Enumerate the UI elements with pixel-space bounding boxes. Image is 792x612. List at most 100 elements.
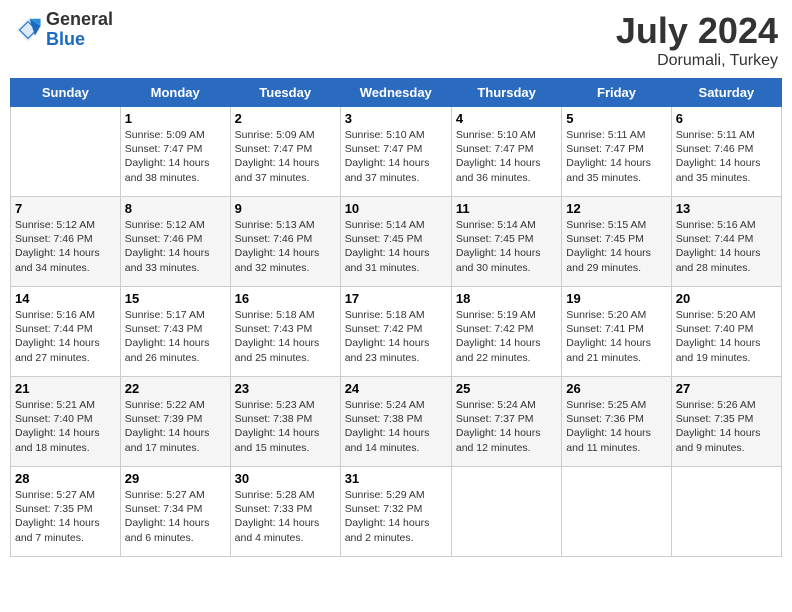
weekday-header: Friday (562, 79, 671, 107)
day-info: Sunrise: 5:14 AM Sunset: 7:45 PM Dayligh… (456, 218, 557, 275)
calendar-cell: 30 Sunrise: 5:28 AM Sunset: 7:33 PM Dayli… (230, 467, 340, 557)
calendar-week-row: 1 Sunrise: 5:09 AM Sunset: 7:47 PM Daylig… (11, 107, 782, 197)
day-info: Sunrise: 5:28 AM Sunset: 7:33 PM Dayligh… (235, 488, 336, 545)
day-info: Sunrise: 5:17 AM Sunset: 7:43 PM Dayligh… (125, 308, 226, 365)
day-number: 31 (345, 471, 447, 486)
day-number: 9 (235, 201, 336, 216)
day-number: 18 (456, 291, 557, 306)
day-info: Sunrise: 5:21 AM Sunset: 7:40 PM Dayligh… (15, 398, 116, 455)
location: Dorumali, Turkey (616, 52, 778, 70)
calendar-cell: 7Sunrise: 5:12 AM Sunset: 7:46 PM Daylig… (11, 197, 121, 287)
calendar-cell: 8 Sunrise: 5:12 AM Sunset: 7:46 PM Daylig… (120, 197, 230, 287)
day-info: Sunrise: 5:27 AM Sunset: 7:35 PM Dayligh… (15, 488, 116, 545)
day-info: Sunrise: 5:22 AM Sunset: 7:39 PM Dayligh… (125, 398, 226, 455)
calendar-cell: 11Sunrise: 5:14 AM Sunset: 7:45 PM Dayli… (451, 197, 561, 287)
day-info: Sunrise: 5:16 AM Sunset: 7:44 PM Dayligh… (15, 308, 116, 365)
day-info: Sunrise: 5:16 AM Sunset: 7:44 PM Dayligh… (676, 218, 777, 275)
calendar-cell: 10Sunrise: 5:14 AM Sunset: 7:45 PM Dayli… (340, 197, 451, 287)
calendar-cell (562, 467, 671, 557)
calendar-week-row: 14 Sunrise: 5:16 AM Sunset: 7:44 PM Dayli… (11, 287, 782, 377)
calendar-cell: 16 Sunrise: 5:18 AM Sunset: 7:43 PM Dayli… (230, 287, 340, 377)
day-number: 15 (125, 291, 226, 306)
calendar-week-row: 28 Sunrise: 5:27 AM Sunset: 7:35 PM Dayli… (11, 467, 782, 557)
day-info: Sunrise: 5:13 AM Sunset: 7:46 PM Dayligh… (235, 218, 336, 275)
day-number: 8 (125, 201, 226, 216)
weekday-header: Wednesday (340, 79, 451, 107)
day-info: Sunrise: 5:20 AM Sunset: 7:41 PM Dayligh… (566, 308, 666, 365)
day-info: Sunrise: 5:26 AM Sunset: 7:35 PM Dayligh… (676, 398, 777, 455)
calendar-cell: 17 Sunrise: 5:18 AM Sunset: 7:42 PM Dayli… (340, 287, 451, 377)
month-title: July 2024 (616, 10, 778, 52)
weekday-header: Thursday (451, 79, 561, 107)
day-number: 13 (676, 201, 777, 216)
title-block: July 2024 Dorumali, Turkey (616, 10, 778, 70)
day-info: Sunrise: 5:18 AM Sunset: 7:43 PM Dayligh… (235, 308, 336, 365)
day-number: 26 (566, 381, 666, 396)
day-info: Sunrise: 5:10 AM Sunset: 7:47 PM Dayligh… (456, 128, 557, 185)
calendar-cell: 12 Sunrise: 5:15 AM Sunset: 7:45 PM Dayli… (562, 197, 671, 287)
day-info: Sunrise: 5:20 AM Sunset: 7:40 PM Dayligh… (676, 308, 777, 365)
weekday-header-row: SundayMondayTuesdayWednesdayThursdayFrid… (11, 79, 782, 107)
day-number: 19 (566, 291, 666, 306)
day-number: 2 (235, 111, 336, 126)
calendar-cell: 29 Sunrise: 5:27 AM Sunset: 7:34 PM Dayli… (120, 467, 230, 557)
calendar-cell: 13 Sunrise: 5:16 AM Sunset: 7:44 PM Dayli… (671, 197, 781, 287)
day-number: 29 (125, 471, 226, 486)
day-info: Sunrise: 5:12 AM Sunset: 7:46 PM Dayligh… (15, 218, 116, 275)
day-number: 14 (15, 291, 116, 306)
day-info: Sunrise: 5:09 AM Sunset: 7:47 PM Dayligh… (125, 128, 226, 185)
calendar-cell: 25Sunrise: 5:24 AM Sunset: 7:37 PM Dayli… (451, 377, 561, 467)
calendar-cell: 21Sunrise: 5:21 AM Sunset: 7:40 PM Dayli… (11, 377, 121, 467)
calendar-cell: 28 Sunrise: 5:27 AM Sunset: 7:35 PM Dayli… (11, 467, 121, 557)
day-info: Sunrise: 5:18 AM Sunset: 7:42 PM Dayligh… (345, 308, 447, 365)
weekday-header: Saturday (671, 79, 781, 107)
calendar-cell (671, 467, 781, 557)
day-number: 4 (456, 111, 557, 126)
day-number: 17 (345, 291, 447, 306)
logo-blue: Blue (46, 30, 113, 50)
day-info: Sunrise: 5:15 AM Sunset: 7:45 PM Dayligh… (566, 218, 666, 275)
day-number: 20 (676, 291, 777, 306)
calendar-cell: 31 Sunrise: 5:29 AM Sunset: 7:32 PM Dayli… (340, 467, 451, 557)
day-info: Sunrise: 5:29 AM Sunset: 7:32 PM Dayligh… (345, 488, 447, 545)
day-info: Sunrise: 5:12 AM Sunset: 7:46 PM Dayligh… (125, 218, 226, 275)
day-info: Sunrise: 5:24 AM Sunset: 7:38 PM Dayligh… (345, 398, 447, 455)
day-number: 6 (676, 111, 777, 126)
page-header: General Blue July 2024 Dorumali, Turkey (10, 10, 782, 70)
day-number: 1 (125, 111, 226, 126)
day-info: Sunrise: 5:27 AM Sunset: 7:34 PM Dayligh… (125, 488, 226, 545)
calendar-cell: 18Sunrise: 5:19 AM Sunset: 7:42 PM Dayli… (451, 287, 561, 377)
day-number: 22 (125, 381, 226, 396)
calendar-cell: 4 Sunrise: 5:10 AM Sunset: 7:47 PM Daylig… (451, 107, 561, 197)
logo: General Blue (14, 10, 113, 50)
day-number: 10 (345, 201, 447, 216)
calendar-cell: 15 Sunrise: 5:17 AM Sunset: 7:43 PM Dayli… (120, 287, 230, 377)
logo-icon (14, 16, 42, 44)
day-info: Sunrise: 5:23 AM Sunset: 7:38 PM Dayligh… (235, 398, 336, 455)
calendar-cell: 3 Sunrise: 5:10 AM Sunset: 7:47 PM Daylig… (340, 107, 451, 197)
weekday-header: Tuesday (230, 79, 340, 107)
calendar-cell: 24 Sunrise: 5:24 AM Sunset: 7:38 PM Dayli… (340, 377, 451, 467)
day-number: 3 (345, 111, 447, 126)
day-number: 24 (345, 381, 447, 396)
day-info: Sunrise: 5:25 AM Sunset: 7:36 PM Dayligh… (566, 398, 666, 455)
day-number: 28 (15, 471, 116, 486)
weekday-header: Sunday (11, 79, 121, 107)
calendar-cell: 2Sunrise: 5:09 AM Sunset: 7:47 PM Daylig… (230, 107, 340, 197)
day-number: 30 (235, 471, 336, 486)
day-info: Sunrise: 5:11 AM Sunset: 7:47 PM Dayligh… (566, 128, 666, 185)
day-info: Sunrise: 5:24 AM Sunset: 7:37 PM Dayligh… (456, 398, 557, 455)
calendar-week-row: 21Sunrise: 5:21 AM Sunset: 7:40 PM Dayli… (11, 377, 782, 467)
day-info: Sunrise: 5:10 AM Sunset: 7:47 PM Dayligh… (345, 128, 447, 185)
day-number: 16 (235, 291, 336, 306)
calendar-cell: 19 Sunrise: 5:20 AM Sunset: 7:41 PM Dayli… (562, 287, 671, 377)
calendar-cell: 5 Sunrise: 5:11 AM Sunset: 7:47 PM Daylig… (562, 107, 671, 197)
calendar-cell: 27Sunrise: 5:26 AM Sunset: 7:35 PM Dayli… (671, 377, 781, 467)
calendar-cell (451, 467, 561, 557)
logo-text: General Blue (46, 10, 113, 50)
day-number: 12 (566, 201, 666, 216)
calendar-week-row: 7Sunrise: 5:12 AM Sunset: 7:46 PM Daylig… (11, 197, 782, 287)
logo-general: General (46, 10, 113, 30)
day-number: 5 (566, 111, 666, 126)
calendar-cell: 1 Sunrise: 5:09 AM Sunset: 7:47 PM Daylig… (120, 107, 230, 197)
